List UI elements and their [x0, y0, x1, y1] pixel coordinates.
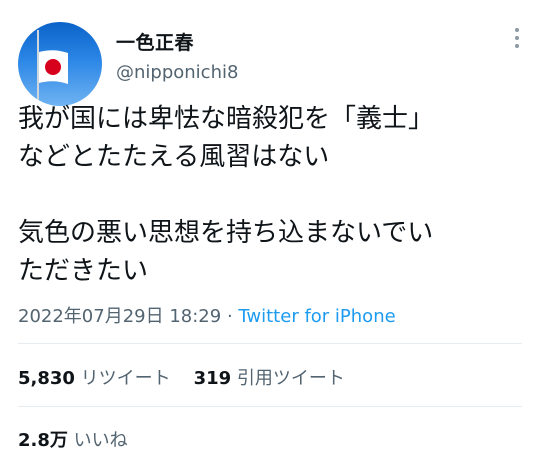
divider [18, 406, 522, 407]
tweet-line-blank [18, 176, 528, 214]
tweet-line: 気色の悪い思想を持ち込まないでい [18, 218, 434, 248]
quotes-count: 319 [193, 368, 232, 389]
tweet-meta: 2022年07月29日 18:29 · Twitter for iPhone [18, 302, 396, 328]
more-options-icon[interactable] [512, 28, 522, 48]
likes-count: 2.8万 [18, 430, 68, 451]
engagement-stats: 5,830 リツイート 319 引用ツイート [18, 364, 345, 390]
quotes-label: 引用ツイート [236, 368, 345, 389]
avatar[interactable] [18, 22, 102, 106]
likes-label: いいね [73, 430, 128, 451]
tweet-source-link[interactable]: Twitter for iPhone [238, 306, 395, 327]
meta-separator: · [221, 306, 239, 327]
quotes-stat[interactable]: 319 引用ツイート [194, 368, 345, 389]
tweet-timestamp[interactable]: 2022年07月29日 18:29 [18, 306, 221, 327]
retweets-label: リツイート [80, 368, 171, 389]
tweet-line: 我が国には卑怯な暗殺犯を「義士」 [18, 104, 435, 134]
display-name[interactable]: 一色正春 [116, 28, 194, 55]
user-handle[interactable]: @nipponichi8 [116, 62, 238, 83]
divider [18, 343, 522, 344]
japan-flag-avatar-icon [37, 30, 68, 106]
tweet-line: などとたたえる風習はない [18, 142, 330, 172]
likes-stat[interactable]: 2.8万 いいね [18, 426, 128, 452]
retweets-stat[interactable]: 5,830 リツイート [18, 368, 171, 389]
retweets-count: 5,830 [18, 368, 75, 389]
tweet-text: 我が国には卑怯な暗殺犯を「義士」 などとたたえる風習はない 気色の悪い思想を持ち… [18, 100, 528, 290]
tweet-line: ただきたい [18, 256, 149, 286]
